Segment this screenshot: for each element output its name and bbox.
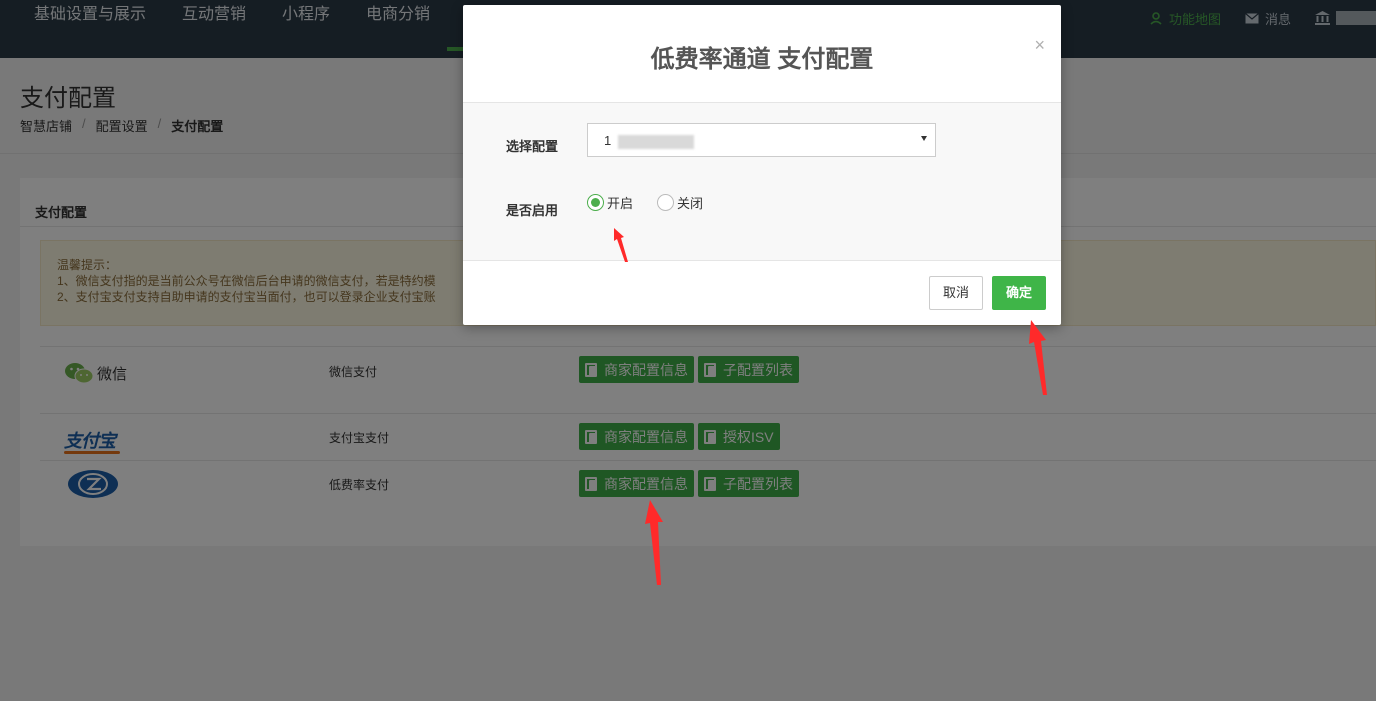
radio-enable-off[interactable]: [657, 194, 675, 211]
modal-header: 低费率通道 支付配置 ×: [463, 5, 1061, 103]
enable-label: 是否启用: [506, 203, 559, 218]
chevron-down-icon: [921, 136, 927, 141]
enable-radio-group: 开启 关闭: [587, 193, 727, 212]
payment-config-modal: 低费率通道 支付配置 × 选择配置 1 是否启用 开启 关闭 取消 确定: [463, 5, 1061, 325]
radio-on-label[interactable]: 开启: [607, 193, 633, 212]
modal-title: 低费率通道 支付配置: [650, 46, 874, 73]
modal-footer: 取消 确定: [463, 261, 1061, 325]
confirm-button[interactable]: 确定: [992, 276, 1046, 310]
config-select[interactable]: 1: [587, 123, 936, 157]
cancel-button[interactable]: 取消: [929, 276, 983, 310]
radio-enable-on[interactable]: [587, 194, 604, 211]
blurred-text: [618, 135, 694, 149]
modal-body: 选择配置 1 是否启用 开启 关闭: [463, 103, 1061, 261]
select-config-label: 选择配置: [506, 139, 559, 154]
close-icon[interactable]: ×: [1034, 35, 1045, 56]
config-select-value: 1: [604, 133, 612, 148]
radio-off-label[interactable]: 关闭: [677, 193, 703, 212]
